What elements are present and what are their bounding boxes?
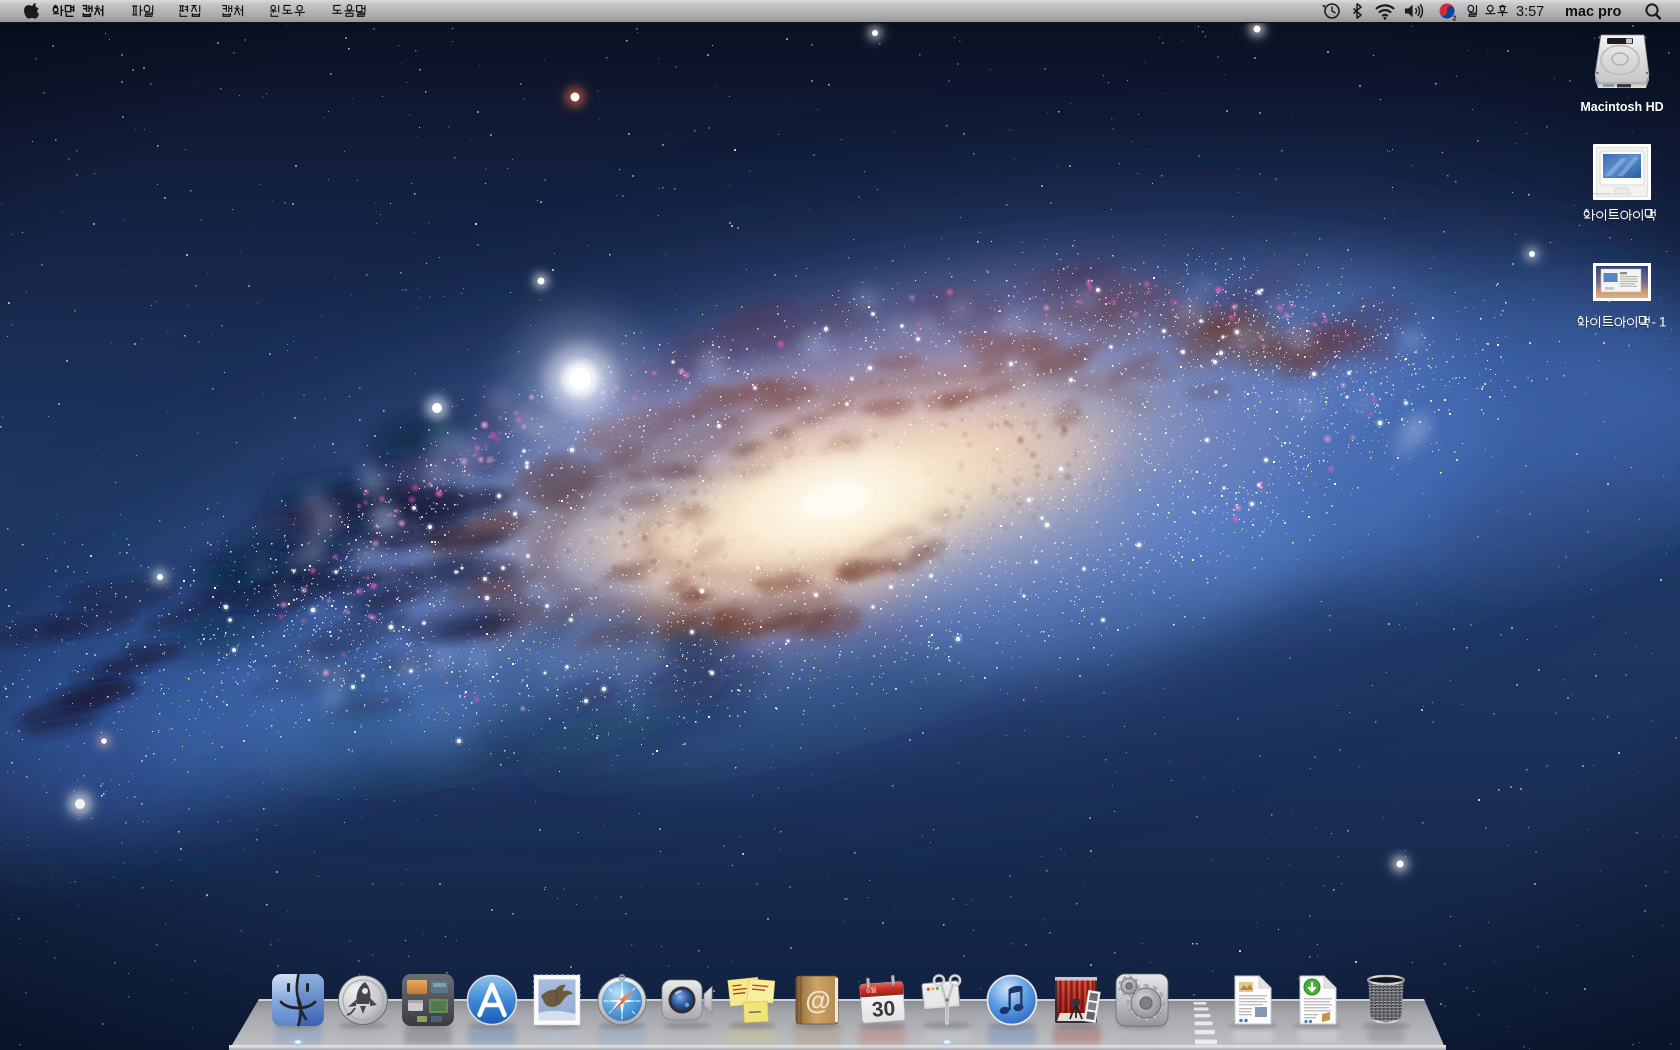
svg-text:30: 30 — [871, 997, 896, 1022]
svg-text:@: @ — [805, 985, 830, 1015]
svg-text:2: 2 — [1453, 16, 1457, 23]
svg-text:mac pro: mac pro — [1565, 4, 1622, 20]
svg-text:3:57: 3:57 — [1516, 4, 1544, 20]
